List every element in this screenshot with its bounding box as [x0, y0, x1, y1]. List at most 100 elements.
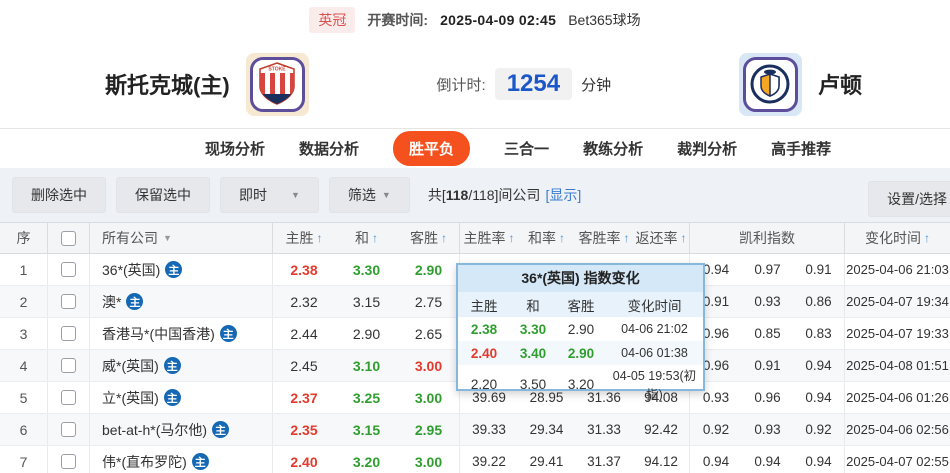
home-odds-cell[interactable]: 2.45	[273, 350, 335, 381]
col-home-rate[interactable]: 主胜率 ↑	[460, 223, 518, 253]
settings-select-button[interactable]: 设置/选择	[868, 181, 950, 217]
home-rate-cell: 39.33	[472, 422, 506, 437]
kelly-away-cell: 0.94	[793, 446, 845, 473]
away-odds-cell[interactable]: 2.90	[398, 254, 460, 285]
keep-selected-button[interactable]: 保留选中	[116, 177, 210, 213]
draw-odds-cell[interactable]: 3.15	[335, 414, 398, 445]
popup-draw-odds: 3.30	[519, 321, 547, 337]
svg-text:STOKE: STOKE	[269, 67, 287, 73]
change-time-cell: 2025-04-06 01:26	[846, 390, 949, 405]
popup-col-away: 客胜	[567, 298, 595, 314]
popup-home-odds: 2.38	[470, 321, 498, 337]
row-checkbox[interactable]	[61, 294, 76, 309]
instant-dropdown[interactable]: 即时 ▼	[220, 177, 319, 213]
home-odds-cell[interactable]: 2.32	[273, 286, 335, 317]
delete-selected-button[interactable]: 删除选中	[12, 177, 106, 213]
tab-win-draw-lose[interactable]: 胜平负	[393, 131, 471, 166]
draw-odds-cell[interactable]: 3.15	[335, 286, 398, 317]
row-index: 4	[0, 350, 48, 381]
companies-count-text: 共[118/118]间公司 [显示]	[427, 187, 582, 203]
col-draw-odds[interactable]: 和 ↑	[335, 223, 398, 253]
sort-up-icon: ↑	[372, 231, 378, 245]
kelly-draw-cell: 0.96	[754, 390, 781, 405]
popup-col-time: 变化时间	[627, 298, 682, 314]
kickoff-time: 2025-04-09 02:45	[440, 12, 557, 28]
col-return-rate[interactable]: 返还率 ↑	[633, 223, 690, 253]
away-odds-cell[interactable]: 3.00	[398, 350, 460, 381]
company-cell[interactable]: 香港马*(中国香港) 主	[90, 318, 273, 349]
kelly-draw-cell: 0.97	[754, 262, 781, 277]
col-draw-rate[interactable]: 和率 ↑	[518, 223, 575, 253]
row-index: 5	[0, 382, 48, 413]
home-rate-cell: 39.22	[472, 454, 506, 469]
row-index: 7	[0, 446, 48, 473]
draw-odds-cell[interactable]: 3.30	[335, 254, 398, 285]
company-cell[interactable]: bet-at-h*(马尔他) 主	[90, 414, 273, 445]
home-odds-cell[interactable]: 2.38	[273, 254, 335, 285]
company-cell[interactable]: 澳* 主	[90, 286, 273, 317]
col-home-odds[interactable]: 主胜 ↑	[273, 223, 335, 253]
row-checkbox-cell	[48, 414, 90, 445]
tab-three-in-one[interactable]: 三合一	[504, 138, 549, 159]
row-checkbox[interactable]	[61, 262, 76, 277]
main-company-icon: 主	[212, 421, 230, 438]
away-odds-cell[interactable]: 3.00	[398, 382, 460, 413]
row-checkbox[interactable]	[61, 358, 76, 373]
change-time-cell: 2025-04-07 19:33	[846, 326, 949, 341]
popup-row: 2.40 3.40 2.90 04-06 01:38	[458, 341, 703, 365]
countdown-label: 倒计时:	[436, 76, 486, 94]
popup-draw-odds: 3.40	[519, 345, 547, 361]
draw-odds-cell[interactable]: 3.25	[335, 382, 398, 413]
row-checkbox-cell	[48, 446, 90, 473]
away-odds-cell[interactable]: 2.75	[398, 286, 460, 317]
draw-odds-cell[interactable]: 2.90	[335, 318, 398, 349]
home-odds-cell[interactable]: 2.44	[273, 318, 335, 349]
away-odds-cell[interactable]: 2.65	[398, 318, 460, 349]
tab-live-analysis[interactable]: 现场分析	[205, 138, 265, 159]
kelly-home-cell: 0.94	[702, 454, 730, 469]
row-checkbox[interactable]	[61, 390, 76, 405]
show-link[interactable]: [显示]	[545, 187, 581, 203]
company-cell[interactable]: 立*(英国) 主	[90, 382, 273, 413]
filter-dropdown[interactable]: 筛选 ▼	[328, 177, 410, 213]
row-checkbox[interactable]	[61, 454, 76, 469]
company-cell[interactable]: 伟*(直布罗陀) 主	[90, 446, 273, 473]
tab-coach-analysis[interactable]: 教练分析	[583, 138, 643, 159]
row-index: 3	[0, 318, 48, 349]
kelly-away-cell: 0.94	[793, 350, 845, 381]
draw-odds-cell[interactable]: 3.20	[335, 446, 398, 473]
change-time-cell: 2025-04-06 02:56	[846, 422, 949, 437]
company-cell[interactable]: 威*(英国) 主	[90, 350, 273, 381]
select-all-checkbox[interactable]	[61, 230, 76, 246]
popup-col-draw: 和	[526, 298, 540, 314]
col-away-odds[interactable]: 客胜 ↑	[398, 223, 460, 253]
select-all-checkbox-cell	[48, 223, 90, 253]
away-odds-cell[interactable]: 2.95	[398, 414, 460, 445]
chevron-down-icon: ▼	[291, 190, 300, 200]
popup-header: 主胜 和 客胜 变化时间	[458, 292, 703, 317]
change-time-cell: 2025-04-08 01:51	[846, 358, 949, 373]
popup-home-odds: 2.20	[470, 376, 498, 392]
sort-up-icon: ↑	[508, 231, 515, 245]
col-company[interactable]: 所有公司 ▼	[90, 223, 273, 253]
draw-odds-cell[interactable]: 3.10	[335, 350, 398, 381]
change-time-cell: 2025-04-07 02:55	[846, 454, 949, 469]
col-away-rate[interactable]: 客胜率 ↑	[575, 223, 633, 253]
kelly-away-cell: 0.92	[793, 414, 845, 445]
home-odds-cell[interactable]: 2.37	[273, 382, 335, 413]
company-cell[interactable]: 36*(英国) 主	[90, 254, 273, 285]
change-time-cell: 2025-04-07 19:34	[846, 294, 949, 309]
tab-expert-picks[interactable]: 高手推荐	[771, 138, 831, 159]
away-odds-cell[interactable]: 3.00	[398, 446, 460, 473]
home-odds-cell[interactable]: 2.35	[273, 414, 335, 445]
popup-away-odds: 3.20	[567, 376, 595, 392]
popup-title: 36*(英国) 指数变化	[458, 265, 703, 292]
row-checkbox-cell	[48, 382, 90, 413]
home-odds-cell[interactable]: 2.40	[273, 446, 335, 473]
tab-referee-analysis[interactable]: 裁判分析	[677, 138, 737, 159]
main-company-icon: 主	[219, 325, 237, 342]
row-checkbox[interactable]	[61, 422, 76, 437]
tab-data-analysis[interactable]: 数据分析	[299, 138, 359, 159]
row-checkbox[interactable]	[61, 326, 76, 341]
col-change-time[interactable]: 变化时间 ↑	[845, 223, 950, 253]
